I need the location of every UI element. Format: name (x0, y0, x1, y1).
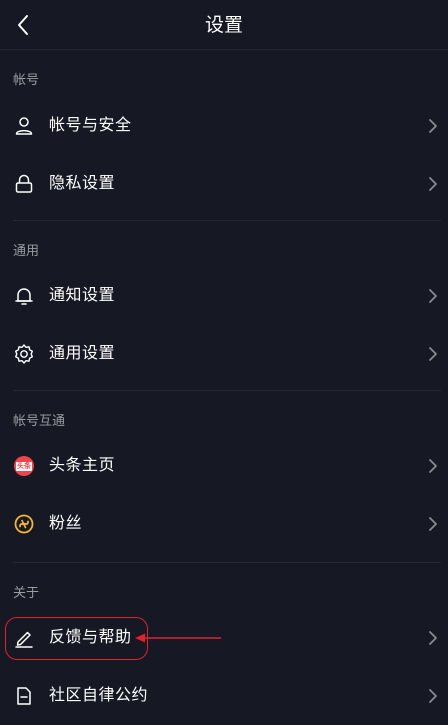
settings-item-label: 头条主页 (49, 455, 116, 474)
settings-item-label: 反馈与帮助 (49, 627, 132, 646)
settings-item-privacy[interactable]: 隐私设置 (0, 154, 448, 212)
chevron-right-icon (426, 117, 440, 135)
fans-icon (12, 512, 36, 536)
section-header-general: 通用 (13, 244, 40, 259)
toutiao-badge-text: 头条 (16, 461, 32, 471)
user-icon (12, 114, 36, 138)
settings-item-fans[interactable]: 粉丝 (0, 494, 448, 552)
settings-item-label: 粉丝 (49, 513, 83, 532)
bell-icon (12, 284, 36, 308)
edit-pen-icon (12, 626, 36, 650)
settings-item-general[interactable]: 通用设置 (0, 324, 448, 382)
chevron-right-icon (426, 515, 440, 533)
section-header-about: 关于 (13, 586, 40, 601)
section-header-linked-accounts: 帐号互通 (13, 414, 66, 429)
chevron-right-icon (426, 457, 440, 475)
settings-item-feedback-help[interactable]: 反馈与帮助 (0, 608, 448, 666)
chevron-right-icon (426, 287, 440, 305)
settings-item-label: 通用设置 (49, 343, 116, 362)
chevron-right-icon (426, 175, 440, 193)
settings-item-notifications[interactable]: 通知设置 (0, 266, 448, 324)
settings-item-community-guidelines[interactable]: 社区自律公约 (0, 666, 448, 724)
chevron-right-icon (426, 629, 440, 647)
document-icon (12, 684, 36, 708)
lock-icon (12, 172, 36, 196)
section-divider (13, 562, 441, 563)
chevron-right-icon (426, 345, 440, 363)
section-divider (13, 390, 441, 391)
settings-item-toutiao-home[interactable]: 头条 头条主页 (0, 436, 448, 494)
toutiao-logo-icon: 头条 (12, 454, 36, 478)
settings-item-label: 社区自律公约 (49, 685, 149, 704)
settings-item-account-security[interactable]: 帐号与安全 (0, 96, 448, 154)
section-header-account: 帐号 (13, 73, 40, 88)
settings-item-label: 通知设置 (49, 285, 116, 304)
page-title: 设置 (204, 14, 243, 36)
chevron-right-icon (426, 687, 440, 705)
settings-item-label: 帐号与安全 (49, 115, 132, 134)
top-navigation-bar: 设置 (0, 0, 448, 50)
section-divider (13, 220, 441, 221)
gear-icon (12, 342, 36, 366)
settings-item-label: 隐私设置 (49, 173, 116, 192)
